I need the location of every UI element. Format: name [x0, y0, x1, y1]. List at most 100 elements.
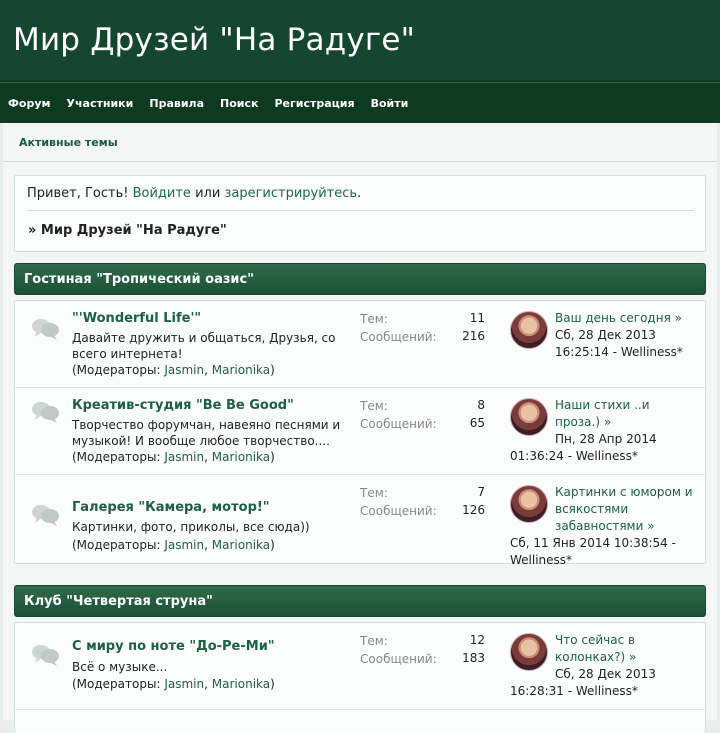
board-moderators: (Модераторы: Jasmin, Marionika) [72, 450, 275, 464]
moderators-close: ) [270, 450, 275, 464]
avatar[interactable] [510, 485, 548, 523]
greeting-period: . [357, 186, 362, 201]
last-post-link[interactable]: Наши стихи ..и проза.) » [555, 398, 650, 429]
divider [27, 210, 694, 211]
board-title-link[interactable]: С миру по ноте "До-Ре-Ми" [72, 639, 275, 654]
last-post-date: Пн, 28 Апр 2014 [555, 432, 657, 446]
user-info-box: Привет, Гость! Войдите или зарегистрируй… [14, 175, 706, 252]
last-post: Что сейчас в колонках?) » Сб, 28 Дек 201… [555, 632, 695, 683]
moderators-label: (Модераторы: [72, 538, 161, 552]
last-post-time-author: 01:36:24 - Welliness* [510, 449, 638, 463]
greeting: Привет, Гость! Войдите или зарегистрируй… [27, 186, 361, 201]
last-post-date: Сб, 28 Дек 2013 [555, 667, 656, 681]
board-description: Картинки, фото, приколы, все сюда)) [72, 520, 310, 534]
last-post: Картинки с юмором и всякостями забавност… [555, 484, 700, 535]
moderator-link[interactable]: Marionika [212, 363, 270, 377]
board-moderators: (Модераторы: Jasmin, Marionika) [72, 363, 275, 377]
site-title[interactable]: Мир Друзей "На Радуге" [13, 22, 415, 58]
menu-forum[interactable]: Форум [0, 97, 59, 110]
last-post-link[interactable]: Что сейчас в колонках?) » [555, 633, 636, 664]
category-title: Клуб "Четвертая струна" [24, 593, 213, 609]
speech-bubbles-icon [32, 505, 59, 526]
register-link[interactable]: зарегистрируйтесь [224, 186, 357, 201]
board-title-link[interactable]: Креатив-студия "Be Be Good" [72, 398, 294, 413]
moderator-link[interactable]: Jasmin [164, 677, 204, 691]
greeting-text: Привет, Гость! [27, 186, 129, 201]
breadcrumb[interactable]: » Мир Друзей "На Радуге" [28, 223, 227, 238]
avatar[interactable] [510, 398, 548, 436]
last-post-time-author: 16:25:14 - Welliness* [555, 345, 683, 359]
comma: , [204, 677, 208, 691]
topics-count: 8 [477, 398, 485, 412]
moderator-link[interactable]: Marionika [212, 450, 270, 464]
menu-members[interactable]: Участники [59, 97, 142, 110]
category-title: Гостиная "Тропический оазис" [24, 271, 255, 287]
moderator-link[interactable]: Marionika [212, 677, 270, 691]
last-post: Наши стихи ..и проза.) » Пн, 28 Апр 2014 [555, 397, 695, 448]
avatar[interactable] [510, 311, 548, 349]
speech-bubbles-icon [32, 319, 59, 340]
moderator-link[interactable]: Jasmin [164, 538, 204, 552]
moderators-close: ) [270, 538, 275, 552]
posts-label: Сообщений: [360, 504, 437, 518]
active-topics-link[interactable]: Активные темы [19, 136, 118, 149]
moderators-label: (Модераторы: [72, 363, 161, 377]
comma: , [204, 363, 208, 377]
moderator-link[interactable]: Marionika [212, 538, 270, 552]
last-post-time-row: 16:28:31 - Welliness* [510, 683, 700, 700]
menu-rules[interactable]: Правила [141, 97, 212, 110]
board-description: Всё о музыке... [72, 660, 168, 674]
last-post-date: Сб, 11 Янв 2014 10:38:54 - [510, 536, 676, 550]
last-post-link[interactable]: Картинки с юмором и всякостями забавност… [555, 485, 693, 533]
posts-count: 216 [462, 329, 485, 343]
moderators-close: ) [270, 363, 275, 377]
board-title-link[interactable]: "'Wonderful Life'" [72, 311, 201, 326]
menu-register[interactable]: Регистрация [266, 97, 362, 110]
login-link[interactable]: Войдите [133, 186, 191, 201]
last-post-time-row: 01:36:24 - Welliness* [510, 448, 700, 465]
last-post: Ваш день сегодня » Сб, 28 Дек 2013 16:25… [555, 310, 695, 361]
sub-navigation: Активные темы [3, 123, 717, 162]
topics-count: 11 [469, 311, 485, 325]
topics-label: Тем: [360, 312, 388, 326]
last-post-time-author: 16:28:31 - Welliness* [510, 684, 638, 698]
last-post-time-row: Сб, 11 Янв 2014 10:38:54 - Welliness* [510, 535, 700, 569]
board-title-link[interactable]: Галерея "Камера, мотор!" [72, 500, 270, 515]
moderators-close: ) [270, 677, 275, 691]
speech-bubbles-icon [32, 645, 59, 666]
posts-count: 126 [462, 503, 485, 517]
moderators-label: (Модераторы: [72, 450, 161, 464]
menu-search[interactable]: Поиск [212, 97, 266, 110]
posts-count: 183 [462, 651, 485, 665]
category-header[interactable]: Гостиная "Тропический оазис" [14, 263, 706, 295]
last-post-date: Сб, 28 Дек 2013 [555, 328, 656, 342]
topics-label: Тем: [360, 486, 388, 500]
category-header[interactable]: Клуб "Четвертая струна" [14, 585, 706, 617]
site-header: Мир Друзей "На Радуге" [0, 0, 720, 82]
board-list: С миру по ноте "До-Ре-Ми" Всё о музыке..… [14, 622, 706, 733]
menu-login[interactable]: Войти [363, 97, 417, 110]
last-post-time-author: Welliness* [510, 553, 573, 567]
board-row: С миру по ноте "До-Ре-Ми" Всё о музыке..… [15, 623, 705, 710]
moderator-link[interactable]: Jasmin [164, 363, 204, 377]
avatar[interactable] [510, 633, 548, 671]
comma: , [204, 538, 208, 552]
posts-label: Сообщений: [360, 330, 437, 344]
last-post-link[interactable]: Ваш день сегодня » [555, 311, 682, 325]
board-row: "'Wonderful Life'" Давайте дружить и общ… [15, 301, 705, 388]
topics-label: Тем: [360, 634, 388, 648]
board-description: Давайте дружить и общаться, Друзья, со в… [72, 331, 336, 361]
board-moderators: (Модераторы: Jasmin, Marionika) [72, 538, 275, 552]
board-moderators: (Модераторы: Jasmin, Marionika) [72, 677, 275, 691]
board-description: Творчество форумчан, навеяно песнями и м… [72, 418, 341, 448]
posts-label: Сообщений: [360, 417, 437, 431]
moderators-label: (Модераторы: [72, 677, 161, 691]
topics-label: Тем: [360, 399, 388, 413]
moderator-link[interactable]: Jasmin [164, 450, 204, 464]
speech-bubbles-icon [32, 402, 59, 423]
topics-count: 12 [469, 633, 485, 647]
main-content: Активные темы Привет, Гость! Войдите или… [3, 123, 717, 733]
posts-label: Сообщений: [360, 652, 437, 666]
or-text: или [195, 186, 221, 201]
board-row: Галерея "Камера, мотор!" Картинки, фото,… [15, 475, 705, 567]
